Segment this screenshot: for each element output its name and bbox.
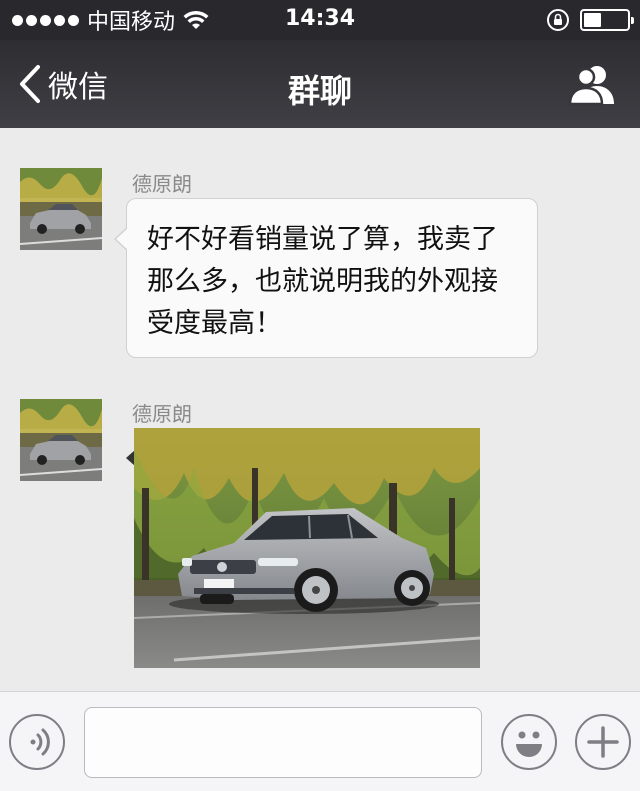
- voice-button[interactable]: [9, 714, 65, 770]
- message-list[interactable]: 德原朗 好不好看销量说了算，我卖了那么多，也就说明我的外观接受度最高！ 德原朗: [0, 128, 640, 691]
- sender-name: 德原朗: [132, 402, 192, 426]
- status-time: 14:34: [284, 6, 356, 31]
- status-bar: 中国移动 14:34: [0, 0, 640, 40]
- battery-level: [584, 13, 601, 27]
- sender-name: 德原朗: [132, 172, 192, 196]
- nav-bar: 微信 群聊: [0, 40, 640, 128]
- plus-icon: [587, 726, 619, 758]
- status-right: [546, 8, 634, 32]
- page-title: 群聊: [287, 72, 352, 110]
- input-bar: [0, 691, 640, 791]
- car-photo[interactable]: [134, 428, 480, 668]
- voice-icon: [30, 728, 50, 756]
- avatar[interactable]: [20, 399, 102, 481]
- emoji-button[interactable]: [501, 714, 557, 770]
- emoji-icon: [516, 731, 542, 757]
- battery-icon: [580, 9, 634, 31]
- rotation-lock-icon: [547, 9, 569, 31]
- message-input[interactable]: [84, 707, 482, 778]
- message-bubble[interactable]: 好不好看销量说了算，我卖了那么多，也就说明我的外观接受度最高！: [114, 198, 538, 358]
- avatar[interactable]: [20, 168, 102, 250]
- group-members-icon[interactable]: [568, 62, 616, 106]
- plus-button[interactable]: [575, 714, 631, 770]
